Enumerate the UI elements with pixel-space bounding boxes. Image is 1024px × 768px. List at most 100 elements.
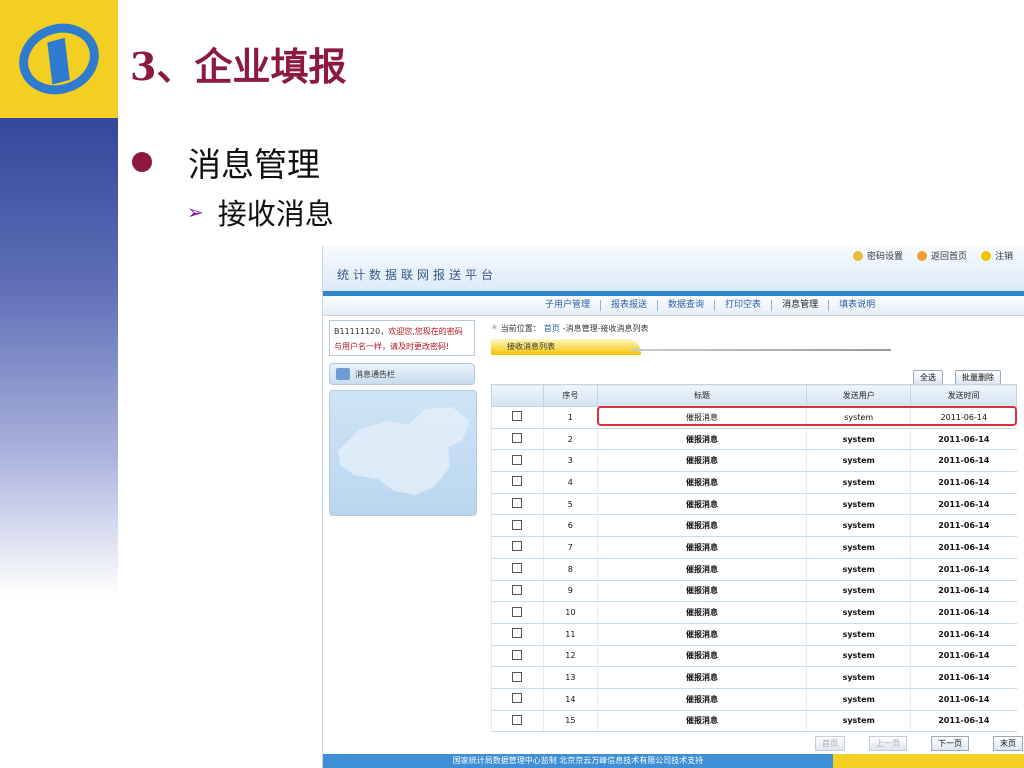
row-time: 2011-06-14 [910, 666, 1017, 689]
home-label: 返回首页 [930, 252, 967, 262]
pager-button-1[interactable]: 上一页 [869, 736, 907, 751]
row-title[interactable]: 催报消息 [596, 514, 807, 538]
bullet-level1: 消息管理 [132, 138, 320, 186]
table-row[interactable]: 2 催报消息 system 2011-06-14 [491, 428, 1017, 451]
row-title[interactable]: 催报消息 [596, 710, 807, 733]
logout-link[interactable]: 注销 [980, 249, 1013, 262]
welcome-box: B11111120，欢迎您,您现在的密码 与用户名一样，请及时更改密码! [329, 320, 475, 356]
row-title[interactable]: 催报消息 [596, 449, 807, 473]
row-checkbox[interactable] [491, 406, 544, 429]
bullet-level2-text: 接收消息 [217, 197, 334, 231]
nav-report-submit[interactable]: 报表报送 [601, 300, 659, 311]
row-checkbox[interactable] [491, 558, 544, 581]
table-row[interactable]: 14 催报消息 system 2011-06-14 [491, 688, 1017, 711]
table-row[interactable]: 7 催报消息 system 2011-06-14 [491, 536, 1017, 559]
row-checkbox[interactable] [491, 493, 544, 516]
row-checkbox[interactable] [491, 428, 544, 451]
bullet-level2: ➢ 接收消息 [187, 191, 334, 233]
table-row[interactable]: 10 催报消息 system 2011-06-14 [491, 601, 1017, 624]
row-checkbox-box[interactable] [512, 714, 523, 725]
row-title[interactable]: 催报消息 [596, 580, 807, 603]
welcome-text-2: 与用户名一样，请及时更改密码! [334, 342, 450, 351]
nav-sub-users[interactable]: 子用户管理 [535, 300, 602, 311]
row-checkbox[interactable] [491, 710, 544, 733]
select-all-button[interactable]: 全选 [913, 370, 943, 385]
col-checkbox [491, 384, 544, 407]
row-title[interactable]: 催报消息 [596, 601, 807, 624]
row-title[interactable]: 催报消息 [596, 645, 807, 668]
row-checkbox-box[interactable] [512, 649, 523, 660]
row-title[interactable]: 催报消息 [596, 688, 807, 711]
row-checkbox[interactable] [491, 449, 544, 473]
table-row[interactable]: 12 催报消息 system 2011-06-14 [491, 645, 1017, 668]
row-title[interactable]: 催报消息 [596, 428, 807, 451]
table-row[interactable]: 6 催报消息 system 2011-06-14 [491, 514, 1017, 538]
row-checkbox-box[interactable] [512, 541, 523, 552]
row-checkbox-box[interactable] [512, 584, 523, 595]
row-checkbox[interactable] [491, 666, 544, 689]
table-row[interactable]: 8 催报消息 system 2011-06-14 [491, 558, 1017, 581]
row-title[interactable]: 催报消息 [596, 471, 807, 494]
row-sender: system [806, 493, 911, 516]
row-title[interactable]: 催报消息 [596, 493, 807, 516]
table-row[interactable]: 5 催报消息 system 2011-06-14 [491, 493, 1017, 516]
breadcrumb-home-link[interactable]: 首页 [544, 323, 560, 334]
nav-message-management[interactable]: 消息管理 [772, 300, 830, 311]
main-nav: 子用户管理 报表报送 数据查询 打印空表 消息管理 填表说明 [323, 296, 1024, 316]
row-time: 2011-06-14 [910, 580, 1017, 603]
pager-button-2[interactable]: 下一页 [931, 736, 969, 751]
row-checkbox-box[interactable] [512, 433, 523, 444]
row-checkbox[interactable] [491, 688, 544, 711]
row-checkbox-box[interactable] [512, 628, 523, 639]
batch-delete-button[interactable]: 批量删除 [955, 370, 1001, 385]
row-title[interactable]: 催报消息 [596, 666, 807, 689]
password-settings-link[interactable]: 密码设置 [852, 249, 903, 262]
row-title[interactable]: 催报消息 [596, 623, 807, 646]
notice-bar[interactable]: 消息通告栏 [329, 363, 475, 385]
row-checkbox-box[interactable] [512, 411, 523, 422]
row-checkbox-box[interactable] [512, 476, 523, 487]
pager-button-3[interactable]: 末页 [993, 736, 1023, 751]
row-title[interactable]: 催报消息 [596, 536, 807, 559]
row-checkbox-box[interactable] [512, 454, 523, 465]
table-row[interactable]: 3 催报消息 system 2011-06-14 [491, 449, 1017, 473]
row-checkbox[interactable] [491, 536, 544, 559]
row-checkbox[interactable] [491, 601, 544, 624]
table-row[interactable]: 11 催报消息 system 2011-06-14 [491, 623, 1017, 646]
table-row[interactable]: 9 催报消息 system 2011-06-14 [491, 580, 1017, 603]
row-time: 2011-06-14 [910, 428, 1017, 451]
row-checkbox[interactable] [491, 514, 544, 538]
row-checkbox-box[interactable] [512, 498, 523, 509]
nav-print-blank[interactable]: 打印空表 [715, 300, 773, 311]
user-id: B11111120， [334, 327, 389, 336]
row-checkbox[interactable] [491, 471, 544, 494]
row-time: 2011-06-14 [910, 558, 1017, 581]
row-checkbox[interactable] [491, 623, 544, 646]
row-sender: system [806, 558, 911, 581]
nav-fill-instructions[interactable]: 填表说明 [829, 300, 885, 311]
row-title[interactable]: 催报消息 [596, 558, 807, 581]
row-checkbox-box[interactable] [512, 671, 523, 682]
row-checkbox[interactable] [491, 645, 544, 668]
row-sender: system [806, 645, 911, 668]
row-time: 2011-06-14 [910, 623, 1017, 646]
row-sender: system [806, 666, 911, 689]
row-time: 2011-06-14 [910, 645, 1017, 668]
row-checkbox-box[interactable] [512, 563, 523, 574]
table-body: 1 催报消息 system 2011-06-14 2 催报消息 system 2011-06-… [491, 406, 1017, 733]
tab-received-messages[interactable]: 接收消息列表 [491, 339, 641, 355]
table-row[interactable]: 13 催报消息 system 2011-06-14 [491, 666, 1017, 689]
welcome-text-1: 欢迎您,您现在的密码 [388, 327, 463, 336]
table-row[interactable]: 15 催报消息 system 2011-06-14 [491, 710, 1017, 733]
table-row[interactable]: 4 催报消息 system 2011-06-14 [491, 471, 1017, 494]
nav-data-query[interactable]: 数据查询 [658, 300, 716, 311]
bullet-level1-text: 消息管理 [188, 145, 320, 184]
row-checkbox-box[interactable] [512, 606, 523, 617]
page-title: 3、企业填报 [130, 44, 347, 89]
row-checkbox-box[interactable] [512, 519, 523, 530]
row-checkbox-box[interactable] [512, 693, 523, 704]
row-checkbox[interactable] [491, 580, 544, 603]
home-link[interactable]: 返回首页 [916, 249, 967, 262]
pager-button-0[interactable]: 首页 [815, 736, 845, 751]
footer: 国家统计局数据管理中心监制 北京京云万峰信息技术有限公司技术支持 [323, 754, 833, 768]
